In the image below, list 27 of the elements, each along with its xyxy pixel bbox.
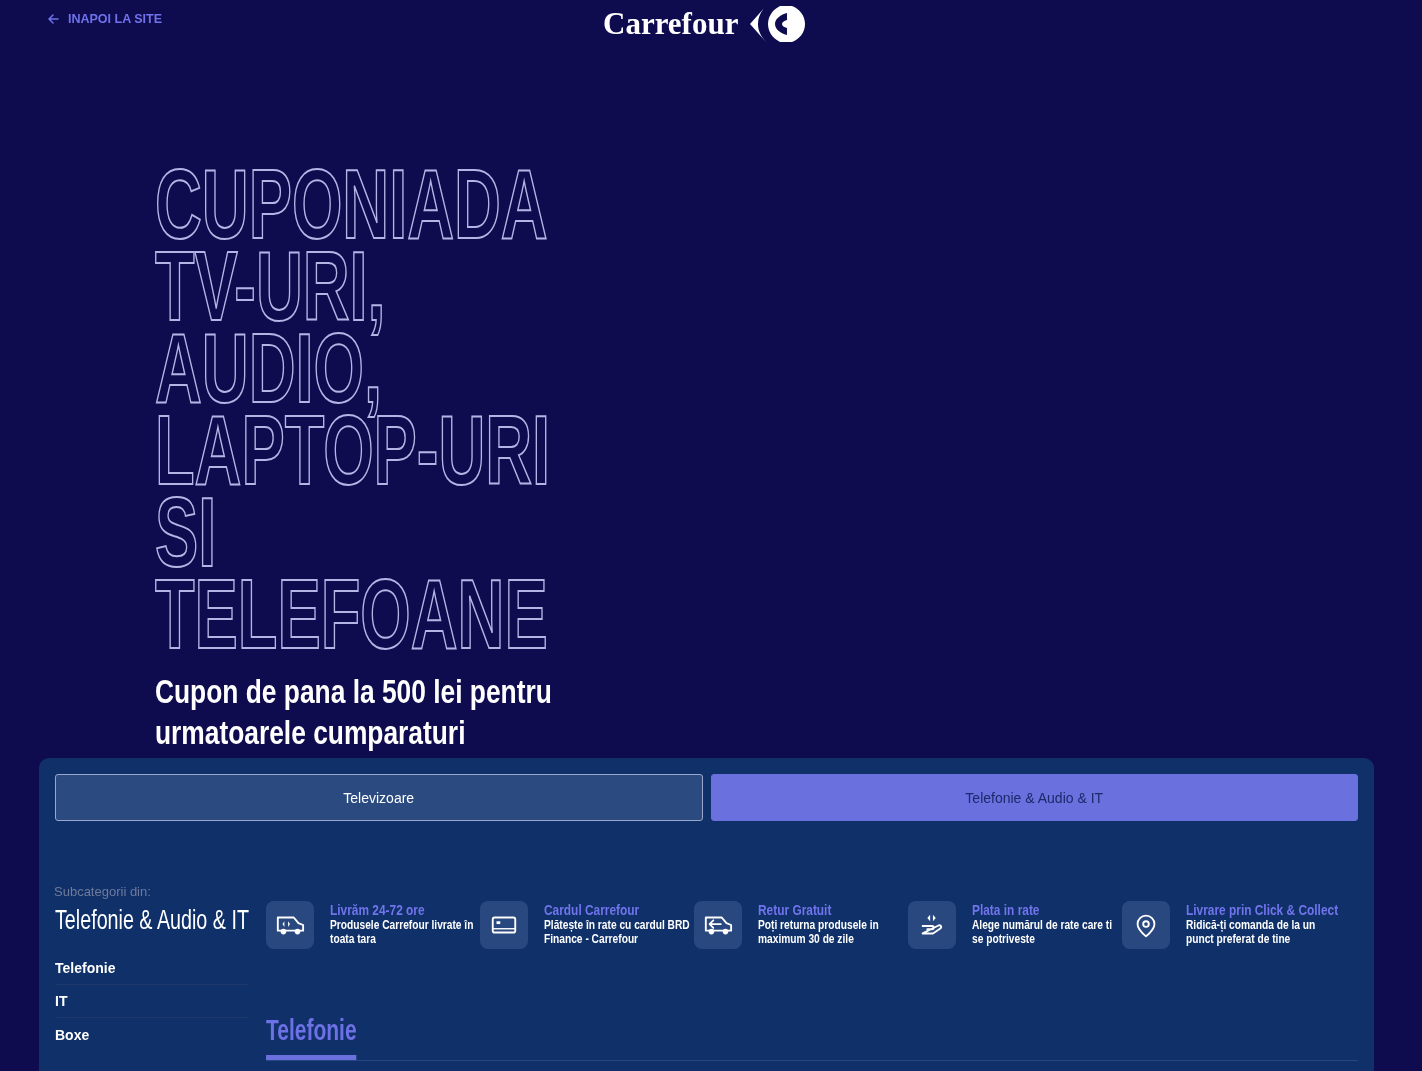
benefit-title: Livrare prin Click & Collect — [1186, 902, 1336, 918]
logo-text: Carrefour — [603, 6, 739, 42]
arrow-left-icon — [48, 14, 59, 24]
benefit-text: Plătește în rate cu cardul BRD Finance - Carrefour — [544, 918, 691, 946]
card-icon — [480, 901, 528, 949]
sidebar-caption: Subcategorii din: — [54, 884, 152, 900]
subcategory-link[interactable]: Boxe — [55, 1018, 249, 1051]
benefit-title: Retur Gratuit — [758, 902, 833, 918]
logo-icon — [749, 5, 807, 43]
sidebar-title: Telefonie & Audio & IT — [55, 904, 249, 936]
subcategory-link[interactable]: IT — [55, 985, 249, 1018]
benefit-text: Poți returna produsele in maximum 30 de zile — [758, 918, 880, 946]
hand-icon — [908, 901, 956, 949]
delivery-van-icon — [266, 901, 314, 949]
hero-headline: CUPONIADA TV-URI, AUDIO, LAPTOP-URI SI TELEFOANE — [155, 163, 552, 655]
benefit-title: Cardul Carrefour — [544, 902, 641, 918]
map-pin-icon — [1122, 901, 1170, 949]
hero-subtitle: Cupon de pana la 500 lei pentru urmatoarele cumparaturi — [155, 671, 553, 753]
benefit-text: Produsele Carrefour livrate în toata tara — [330, 918, 475, 946]
back-link[interactable]: INAPOI LA SITE — [48, 12, 162, 26]
subcategory-link[interactable]: Telefonie — [55, 952, 249, 985]
benefit-title: Plata in rate — [972, 902, 1041, 918]
benefit-text: Alege numărul de rate care ti se potriveste — [972, 918, 1113, 946]
category-tab[interactable]: Televizoare — [55, 774, 703, 821]
benefit-text: Ridică-ți comanda de la un punct preferat de tine — [1186, 918, 1317, 946]
benefit-title: Livrăm 24-72 ore — [330, 902, 426, 918]
section-title: Telefonie — [266, 1012, 357, 1060]
